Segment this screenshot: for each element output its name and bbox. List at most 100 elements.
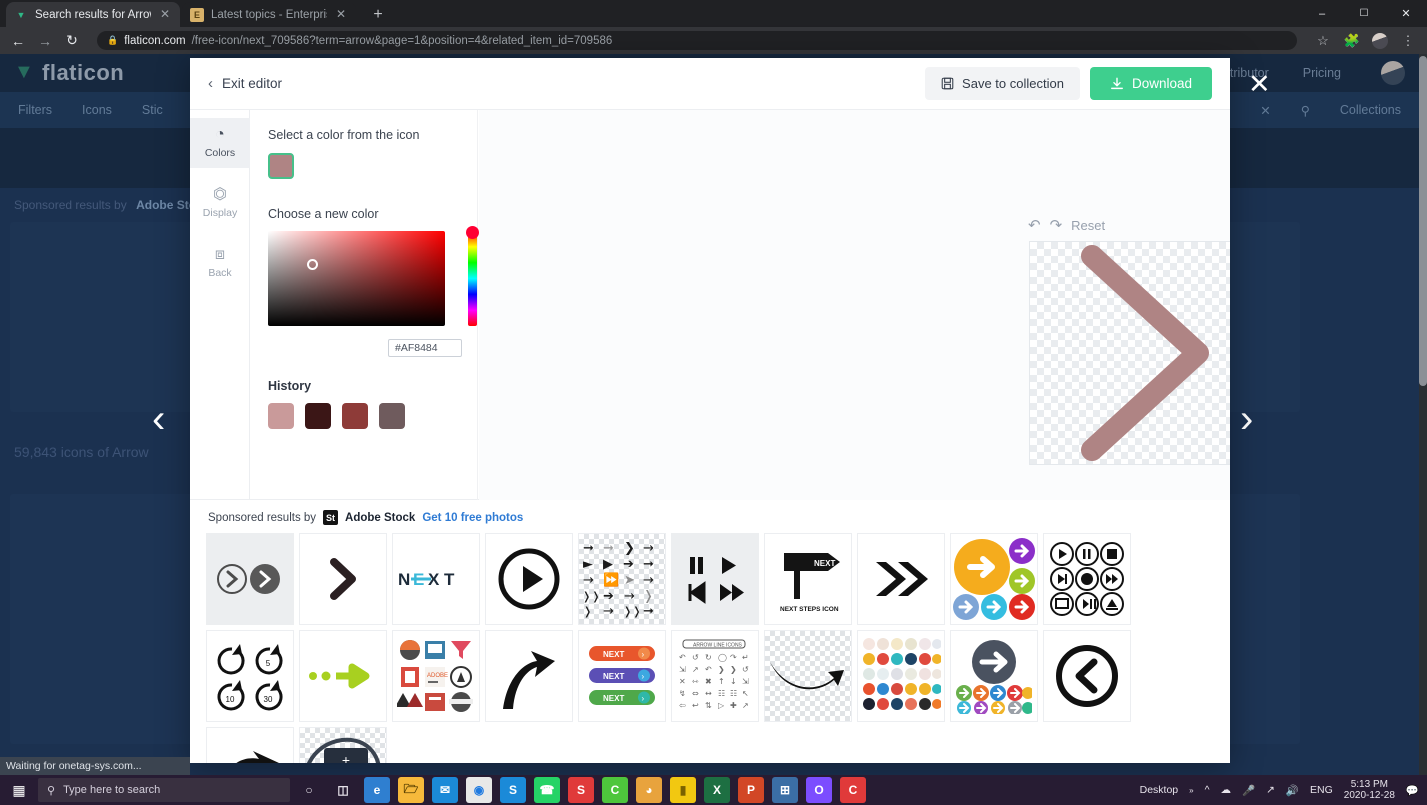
download-button[interactable]: Download: [1089, 67, 1212, 100]
back-icon[interactable]: ←: [10, 33, 26, 49]
mail-icon[interactable]: ✉: [432, 777, 458, 803]
browser-tab-inactive[interactable]: E Latest topics - Enterprise DNA Fo ✕: [182, 2, 356, 27]
history-swatch[interactable]: [342, 403, 368, 429]
carousel-next-arrow[interactable]: ›: [1240, 399, 1253, 439]
skype-icon[interactable]: S: [500, 777, 526, 803]
double-chevron-right-thumb[interactable]: [857, 533, 945, 625]
camtasia-icon[interactable]: C: [840, 777, 866, 803]
curved-right-arrow-thumb[interactable]: [206, 727, 294, 763]
excel-icon[interactable]: X: [704, 777, 730, 803]
snapchat-icon[interactable]: S: [568, 777, 594, 803]
carousel-prev-arrow[interactable]: ‹: [152, 399, 165, 439]
arrow-circle-set-thumb[interactable]: [950, 630, 1038, 722]
hex-color-input[interactable]: #AF8484: [388, 339, 462, 357]
flaticon-logo[interactable]: ▼ flaticon: [14, 60, 124, 86]
new-tab-button[interactable]: +: [368, 5, 388, 25]
next-steps-signpost-thumb[interactable]: NEXT NEXT STEPS ICON: [764, 533, 852, 625]
flaticon-user-avatar[interactable]: [1381, 61, 1405, 85]
wifi-icon[interactable]: ↗: [1266, 784, 1275, 796]
firefox-icon[interactable]: ◕: [636, 777, 662, 803]
media-control-circles-9-thumb[interactable]: [1043, 533, 1131, 625]
edge-icon[interactable]: e: [364, 777, 390, 803]
bold-chevron-right-thumb[interactable]: [299, 533, 387, 625]
hue-slider[interactable]: [468, 231, 477, 326]
opera-icon[interactable]: O: [806, 777, 832, 803]
hue-slider-handle[interactable]: [466, 226, 479, 239]
desktop-label[interactable]: Desktop: [1140, 784, 1179, 796]
media-controls-4-thumb[interactable]: [671, 533, 759, 625]
collections-link[interactable]: Collections: [1340, 103, 1401, 117]
cloud-icon[interactable]: ☁: [1221, 784, 1232, 796]
green-dotted-arrow-thumb[interactable]: [299, 630, 387, 722]
play-button-circle-thumb[interactable]: [485, 533, 573, 625]
mic-icon[interactable]: 🎤: [1242, 784, 1255, 797]
close-editor-icon[interactable]: ✕: [1248, 71, 1271, 98]
line-icon[interactable]: C: [602, 777, 628, 803]
language-indicator[interactable]: ENG: [1310, 784, 1333, 796]
extensions-icon[interactable]: 🧩: [1343, 33, 1361, 49]
sidebar-item-display[interactable]: ⏣ Display: [190, 178, 250, 228]
misc-flat-icons-9-thumb[interactable]: ADOBE: [392, 630, 480, 722]
notification-center-icon[interactable]: 💬: [1406, 784, 1419, 797]
colorful-arrow-circles-grid-thumb[interactable]: [857, 630, 945, 722]
icon-preview-canvas[interactable]: [1029, 241, 1230, 465]
close-tab-icon[interactable]: ✕: [334, 7, 348, 22]
close-tab-icon[interactable]: ✕: [158, 7, 172, 22]
maximize-button[interactable]: ☐: [1343, 0, 1385, 27]
subnav-stickers[interactable]: Stic: [142, 103, 163, 117]
windows-start-icon[interactable]: ▦: [4, 778, 34, 802]
minimize-button[interactable]: –: [1301, 0, 1343, 27]
page-scrollbar-thumb[interactable]: [1419, 56, 1427, 386]
task-view-icon[interactable]: ◫: [330, 777, 356, 803]
powerpoint-icon[interactable]: P: [738, 777, 764, 803]
subnav-icons[interactable]: Icons: [82, 103, 112, 117]
tray-expand-icon[interactable]: ^: [1205, 784, 1210, 796]
taskbar-search-input[interactable]: ⚲ Type here to search: [38, 778, 290, 802]
calculator-icon[interactable]: ⊞: [772, 777, 798, 803]
saturation-picker-handle[interactable]: [307, 259, 318, 270]
close-window-button[interactable]: ✕: [1385, 0, 1427, 27]
curved-up-arrow-thumb[interactable]: [485, 630, 573, 722]
profile-avatar[interactable]: [1372, 32, 1388, 49]
redo-icon[interactable]: ↷: [1050, 216, 1063, 234]
show-more-thumb[interactable]: + Show more: [299, 727, 387, 763]
two-circle-chevrons-thumb[interactable]: [206, 533, 294, 625]
arrow-line-icons-sheet-thumb[interactable]: ARROW LINE ICONS ↶ ↺ ↻ ◯ ↷ ↵ ⇲ ↗ ↶ ❯ ❯ ↺ ✕ ⇿ ✖ ↑ ↓ ⇲…: [671, 630, 759, 722]
rewind-seconds-icons-thumb[interactable]: 5 10 30: [206, 630, 294, 722]
save-to-collection-button[interactable]: Save to collection: [925, 67, 1080, 100]
show-more-overlay[interactable]: + Show more: [324, 748, 368, 763]
curved-swoosh-arrow-thumb[interactable]: [764, 630, 852, 722]
undo-icon[interactable]: ↶: [1028, 216, 1041, 234]
tray-chevrons[interactable]: »: [1189, 786, 1193, 795]
powerbi-icon[interactable]: ▮: [670, 777, 696, 803]
sidebar-item-colors[interactable]: ◔ Colors: [190, 118, 250, 168]
colored-arrow-circles-thumb[interactable]: [950, 533, 1038, 625]
arrow-grid-20-thumb[interactable]: ➞ ➞ ❯ → ► ▶ ➔ ➞ → ⏩ ➤ → ❭❭ ➔ → ❭ ❭ → ❭❭ ➞: [578, 533, 666, 625]
taskbar-clock[interactable]: 5:13 PM 2020-12-28: [1344, 779, 1395, 802]
next-pill-buttons-thumb[interactable]: NEXT › NEXT › NEXT ›: [578, 630, 666, 722]
clear-search-icon[interactable]: ✕: [1260, 103, 1270, 118]
search-icon[interactable]: ⚲: [1301, 103, 1310, 118]
subnav-filters[interactable]: Filters: [18, 103, 52, 117]
reload-icon[interactable]: ↻: [64, 32, 80, 49]
menu-icon[interactable]: ⋮: [1399, 33, 1417, 49]
history-swatch[interactable]: [305, 403, 331, 429]
next-wordmark-thumb[interactable]: N E X T: [392, 533, 480, 625]
cortana-icon[interactable]: ○: [296, 777, 322, 803]
history-swatch[interactable]: [268, 403, 294, 429]
exit-editor-button[interactable]: ‹ Exit editor: [208, 75, 282, 92]
file-explorer-icon[interactable]: 🗁: [398, 777, 424, 803]
address-bar[interactable]: 🔒 flaticon.com/free-icon/next_709586?ter…: [97, 31, 1297, 50]
history-swatch[interactable]: [379, 403, 405, 429]
speaker-icon[interactable]: 🔊: [1286, 784, 1299, 797]
nav-item-pricing[interactable]: Pricing: [1303, 66, 1341, 80]
browser-tab-active[interactable]: ▼ Search results for Arrow - Flaticon ✕: [6, 2, 180, 27]
whatsapp-icon[interactable]: ☎: [534, 777, 560, 803]
star-icon[interactable]: ☆: [1314, 33, 1332, 49]
saturation-value-area[interactable]: [268, 231, 445, 326]
reset-button[interactable]: Reset: [1071, 218, 1105, 233]
forward-icon[interactable]: →: [37, 33, 53, 49]
sidebar-item-back[interactable]: ⧈ Back: [190, 238, 250, 288]
get-free-photos-link[interactable]: Get 10 free photos: [422, 512, 523, 524]
chrome-icon[interactable]: ◉: [466, 777, 492, 803]
